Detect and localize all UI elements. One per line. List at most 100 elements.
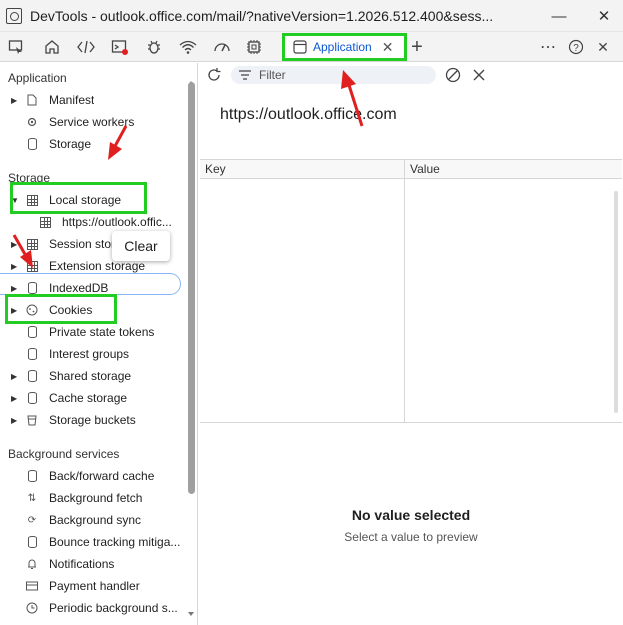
sidebar-item-label: Extension storage xyxy=(49,259,146,273)
expand-triangle-icon[interactable]: ▶ xyxy=(11,240,21,249)
section-application: Application xyxy=(8,71,67,85)
column-header-value[interactable]: Value xyxy=(405,160,440,178)
sidebar-item-storage-buckets[interactable]: ▶ Storage buckets xyxy=(0,409,186,431)
help-button[interactable]: ? xyxy=(563,34,589,60)
help-icon: ? xyxy=(573,43,579,54)
storage-table-body[interactable] xyxy=(200,179,622,423)
application-icon xyxy=(293,40,307,54)
sidebar-item-private-state-tokens[interactable]: Private state tokens xyxy=(0,321,186,343)
sidebar-item-outlook-origin[interactable]: https://outlook.offic... xyxy=(28,211,180,233)
inspect-icon[interactable] xyxy=(3,34,29,60)
expand-triangle-icon[interactable]: ▶ xyxy=(11,96,21,105)
performance-icon[interactable] xyxy=(209,34,235,60)
highlight-cookies xyxy=(5,294,117,324)
sidebar-item-label: Periodic background s... xyxy=(49,601,178,615)
bug-icon[interactable] xyxy=(141,34,167,60)
database-icon xyxy=(25,137,39,151)
sidebar-item-shared-storage[interactable]: ▶ Shared storage xyxy=(0,365,186,387)
filter-icon xyxy=(239,70,251,80)
sync-icon: ⟳ xyxy=(27,514,37,526)
clock-icon xyxy=(25,601,39,615)
sidebar-item-label: Background sync xyxy=(49,513,142,527)
database-icon xyxy=(25,347,39,361)
sidebar-item-label: Shared storage xyxy=(49,369,132,383)
sidebar-item-service-workers[interactable]: Service workers xyxy=(0,111,186,133)
sidebar-item-cache-storage[interactable]: ▶ Cache storage xyxy=(0,387,186,409)
more-options-button[interactable]: ⋯ xyxy=(535,34,561,60)
table-scrollbar[interactable] xyxy=(613,183,619,417)
minimize-button[interactable]: — xyxy=(545,0,573,32)
gear-icon xyxy=(25,115,39,129)
sidebar: Application ▶ Manifest Service workers S… xyxy=(0,63,198,625)
column-header-key[interactable]: Key xyxy=(200,160,405,178)
sidebar-item-label: Background fetch xyxy=(49,491,143,505)
database-icon xyxy=(25,391,39,405)
updown-icon: ⇅ xyxy=(27,492,37,504)
sidebar-item-label: Cache storage xyxy=(49,391,128,405)
section-background-services: Background services xyxy=(8,447,120,461)
tab-application-label: Application xyxy=(313,40,372,54)
sidebar-item-bounce-tracking[interactable]: Bounce tracking mitiga... xyxy=(0,531,186,553)
expand-triangle-icon[interactable]: ▶ xyxy=(11,394,21,403)
sidebar-item-back-forward-cache[interactable]: Back/forward cache xyxy=(0,465,186,487)
console-icon[interactable] xyxy=(107,34,133,60)
file-icon xyxy=(25,93,39,107)
expand-triangle-icon[interactable]: ▶ xyxy=(11,262,21,271)
empty-state-subtitle: Select a value to preview xyxy=(344,530,478,544)
sidebar-item-notifications[interactable]: Notifications xyxy=(0,553,186,575)
sidebar-item-label: Interest groups xyxy=(49,347,130,361)
refresh-icon[interactable] xyxy=(205,66,223,87)
table-header: Key Value xyxy=(200,159,622,179)
sidebar-item-label: Manifest xyxy=(49,93,95,107)
sidebar-item-label: Storage buckets xyxy=(49,413,136,427)
sidebar-item-interest-groups[interactable]: Interest groups xyxy=(0,343,186,365)
network-icon[interactable] xyxy=(175,34,201,60)
origin-title: https://outlook.office.com xyxy=(220,106,397,123)
window-title: DevTools - outlook.office.com/mail/?nati… xyxy=(30,7,494,24)
bell-icon xyxy=(25,557,39,571)
tab-application[interactable]: Application ✕ xyxy=(282,33,407,61)
expand-triangle-icon[interactable]: ▶ xyxy=(11,372,21,381)
sidebar-item-label: Notifications xyxy=(49,557,115,571)
sidebar-item-label: IndexedDB xyxy=(49,281,109,295)
memory-icon[interactable] xyxy=(241,34,267,60)
tab-close-icon[interactable]: ✕ xyxy=(382,39,394,56)
devtools-close-button[interactable]: ✕ xyxy=(590,34,616,60)
context-menu-clear[interactable]: Clear xyxy=(112,231,170,261)
sidebar-item-label: Payment handler xyxy=(49,579,140,593)
sidebar-item-label: Storage xyxy=(49,137,92,151)
sidebar-item-payment-handler[interactable]: Payment handler xyxy=(0,575,186,597)
expand-triangle-icon[interactable]: ▶ xyxy=(11,284,21,293)
main-pane: Filter https://outlook.office.com Key Va… xyxy=(199,63,623,625)
sidebar-item-label: Back/forward cache xyxy=(49,469,155,483)
clear-all-icon[interactable] xyxy=(444,66,462,87)
sidebar-item-label: Service workers xyxy=(49,115,135,129)
bucket-icon xyxy=(25,413,39,427)
database-icon xyxy=(25,281,39,295)
sidebar-item-background-sync[interactable]: ⟳ Background sync xyxy=(0,509,186,531)
sidebar-item-label: Bounce tracking mitiga... xyxy=(49,535,181,549)
welcome-icon[interactable] xyxy=(39,34,65,60)
elements-icon[interactable] xyxy=(73,34,99,60)
table-icon xyxy=(38,215,52,229)
database-icon xyxy=(25,469,39,483)
sidebar-item-storage[interactable]: Storage xyxy=(0,133,186,155)
expand-triangle-icon[interactable]: ▶ xyxy=(11,416,21,425)
delete-selected-icon[interactable] xyxy=(470,66,488,87)
card-icon xyxy=(25,579,39,593)
filter-input[interactable]: Filter xyxy=(231,66,436,84)
sidebar-item-background-fetch[interactable]: ⇅ Background fetch xyxy=(0,487,186,509)
sidebar-item-manifest[interactable]: ▶ Manifest xyxy=(0,89,186,111)
filter-placeholder: Filter xyxy=(259,68,286,82)
sidebar-item-periodic-background-sync[interactable]: Periodic background s... xyxy=(0,597,186,619)
add-tab-button[interactable]: + xyxy=(404,34,430,60)
table-icon xyxy=(25,237,39,251)
sidebar-item-label: https://outlook.offic... xyxy=(62,215,172,229)
sidebar-scroll-thumb[interactable] xyxy=(188,82,195,494)
filter-bar: Filter xyxy=(199,63,623,87)
highlight-local-storage xyxy=(10,182,147,214)
database-icon xyxy=(25,325,39,339)
window-close-button[interactable]: ✕ xyxy=(590,0,618,32)
sidebar-item-label: Private state tokens xyxy=(49,325,155,339)
devtools-app-icon xyxy=(6,7,22,24)
